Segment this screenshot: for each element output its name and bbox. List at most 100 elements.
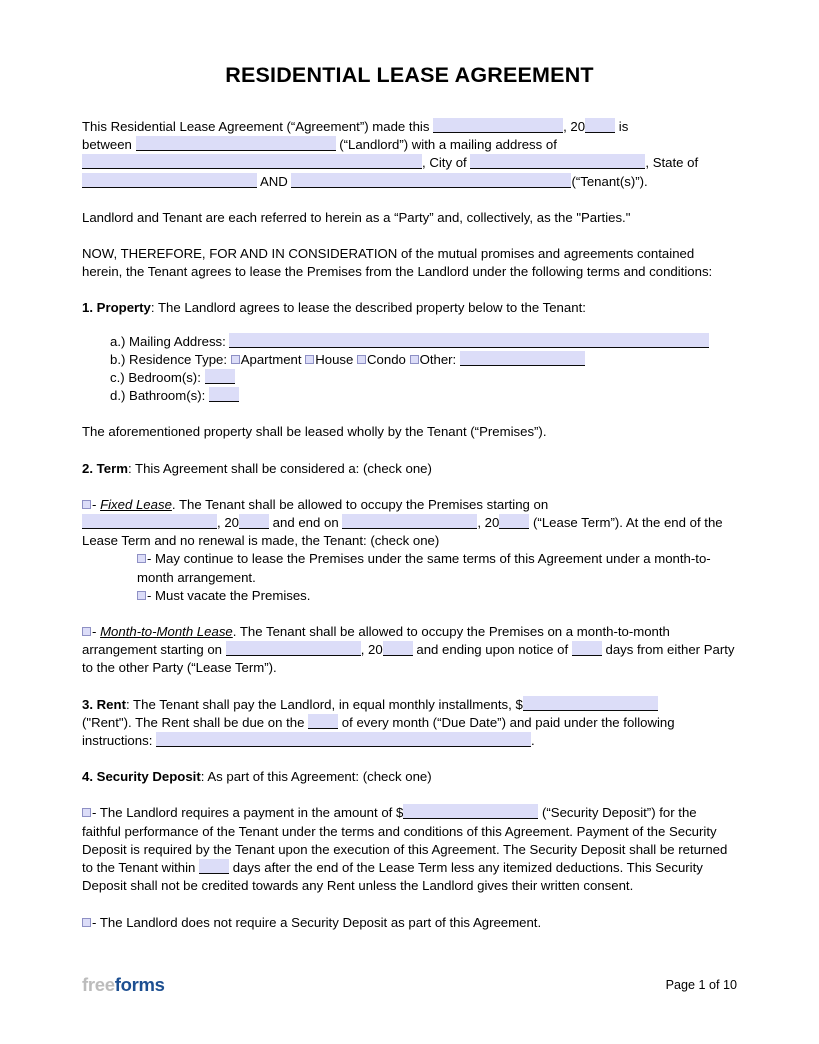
- fixed-lease-end-date-field[interactable]: [342, 514, 478, 530]
- mtm-start-date-field[interactable]: [225, 641, 361, 657]
- mailing-address-label: a.) Mailing Address:: [110, 333, 226, 349]
- fixed-lease-dash: -: [92, 496, 101, 512]
- page-title: RESIDENTIAL LEASE AGREEMENT: [225, 63, 594, 87]
- document-body: This Residential Lease Agreement (“Agree…: [82, 118, 737, 932]
- tenant-name-field[interactable]: [291, 172, 572, 188]
- consideration-paragraph: NOW, THEREFORE, FOR AND IN CONSIDERATION…: [82, 246, 713, 280]
- security-deposit-amount-field[interactable]: [403, 804, 539, 820]
- month-to-month-option: - Month-to-Month Lease. The Tenant shall…: [82, 623, 737, 678]
- landlord-state-field[interactable]: [82, 172, 257, 188]
- intro-line2-text-b: (“Landlord”) with a mailing address of: [339, 137, 557, 153]
- intro-line2-text-a: between: [82, 137, 132, 153]
- section4-heading: 4. Security Deposit: As part of this Agr…: [82, 768, 737, 786]
- sd-option2-text: - The Landlord does not require a Securi…: [92, 914, 542, 930]
- premises-note: The aforementioned property shall be lea…: [82, 424, 547, 440]
- bedrooms-field[interactable]: [204, 369, 235, 385]
- residence-type-other-field[interactable]: [459, 350, 585, 366]
- checkbox-continue-month-to-month[interactable]: [137, 554, 146, 564]
- security-deposit-option-2: - The Landlord does not require a Securi…: [82, 914, 737, 932]
- freeforms-logo: freeforms: [82, 974, 165, 996]
- fixed-lease-text-e: , 20: [477, 515, 500, 531]
- landlord-address-field[interactable]: [82, 154, 422, 170]
- section3-rent: 3. Rent: The Tenant shall pay the Landlo…: [82, 695, 737, 751]
- checkbox-fixed-lease[interactable]: [82, 499, 91, 509]
- checkbox-apartment[interactable]: [230, 354, 240, 364]
- landlord-name-field[interactable]: [135, 136, 336, 152]
- sub-option-1-text: - May continue to lease the Premises und…: [137, 551, 711, 585]
- security-deposit-return-days-field[interactable]: [199, 859, 230, 875]
- mtm-start-year-field[interactable]: [382, 641, 413, 657]
- rent-due-date-field[interactable]: [308, 713, 339, 729]
- fixed-lease-start-date-field[interactable]: [82, 514, 217, 530]
- intro-line1-text-b: , 20: [563, 119, 586, 134]
- checkbox-month-to-month-lease[interactable]: [82, 627, 91, 637]
- sd-option1-text-a: - The Landlord requires a payment in the…: [92, 805, 404, 821]
- page-footer: freeforms Page 1 of 10: [0, 974, 819, 996]
- month-to-month-label: Month-to-Month Lease: [100, 624, 233, 640]
- section1-number: 1. Property: [82, 300, 151, 316]
- mtm-text-c: , 20: [360, 642, 383, 658]
- fixed-lease-start-year-field[interactable]: [239, 514, 269, 530]
- fixed-lease-end-year-field[interactable]: [499, 514, 530, 530]
- residence-option-house: House: [315, 351, 354, 367]
- logo-text-forms: forms: [114, 974, 165, 995]
- intro-line3-text-b: , City of: [422, 155, 467, 171]
- fixed-lease-text-d: and end on: [272, 515, 339, 531]
- bathrooms-label: d.) Bathroom(s):: [110, 388, 206, 404]
- mtm-notice-days-field[interactable]: [571, 641, 602, 657]
- fixed-lease-label: Fixed Lease: [100, 496, 172, 512]
- property-item-d: d.) Bathroom(s):: [82, 387, 737, 405]
- checkbox-house[interactable]: [305, 354, 315, 364]
- property-item-c: c.) Bedroom(s):: [82, 369, 737, 387]
- logo-text-free: free: [82, 974, 115, 995]
- section3-text-b: ("Rent"). The Rent shall be due on the: [82, 714, 305, 730]
- page-number: Page 1 of 10: [665, 978, 737, 992]
- section4-number: 4. Security Deposit: [82, 769, 201, 785]
- section1-heading: 1. Property: The Landlord agrees to leas…: [82, 299, 737, 317]
- property-mailing-address-field[interactable]: [229, 332, 710, 348]
- intro-line4-text-b: AND: [259, 173, 288, 189]
- fixed-lease-sub-option-2: - Must vacate the Premises.: [82, 587, 737, 605]
- intro-line4-text-c: (“Tenant(s)”).: [571, 173, 648, 189]
- fixed-lease-option: - Fixed Lease. The Tenant shall be allow…: [82, 496, 737, 551]
- document-page: RESIDENTIAL LEASE AGREEMENT This Residen…: [0, 0, 819, 1044]
- fixed-lease-text-c: , 20: [217, 515, 239, 531]
- bedrooms-label: c.) Bedroom(s):: [110, 370, 201, 386]
- section2-heading-text: : This Agreement shall be considered a: …: [127, 460, 432, 476]
- mtm-text-d: and ending upon notice of: [416, 642, 569, 658]
- intro-line1-text-c: is: [618, 119, 629, 134]
- section3-text-d: .: [531, 733, 535, 749]
- property-item-b: b.) Residence Type: Apartment House Cond…: [82, 350, 737, 369]
- sub-option-2-text: - Must vacate the Premises.: [147, 587, 311, 603]
- intro-line1-text-a: This Residential Lease Agreement (“Agree…: [82, 119, 430, 134]
- residence-option-apartment: Apartment: [240, 351, 302, 367]
- fixed-lease-text-b: . The Tenant shall be allowed to occupy …: [171, 496, 549, 512]
- section2-number: 2. Term: [82, 460, 128, 476]
- checkbox-must-vacate[interactable]: [137, 590, 146, 600]
- residence-option-condo: Condo: [367, 351, 406, 367]
- landlord-city-field[interactable]: [470, 154, 646, 170]
- bathrooms-field[interactable]: [208, 387, 239, 403]
- section4-heading-text: : As part of this Agreement: (check one): [200, 769, 432, 785]
- checkbox-no-security-deposit[interactable]: [82, 917, 91, 927]
- section3-number: 3. Rent: [82, 696, 126, 712]
- fixed-lease-sub-option-1: - May continue to lease the Premises und…: [82, 550, 737, 586]
- section2-heading: 2. Term: This Agreement shall be conside…: [82, 460, 737, 478]
- property-item-a: a.) Mailing Address:: [82, 332, 737, 351]
- section1-heading-text: : The Landlord agrees to lease the descr…: [150, 300, 586, 316]
- parties-paragraph: Landlord and Tenant are each referred to…: [82, 209, 631, 225]
- residence-option-other: Other:: [419, 351, 457, 367]
- agreement-date-day-field[interactable]: [433, 118, 564, 133]
- intro-line3-text-c: , State of: [645, 155, 699, 171]
- agreement-date-year-field[interactable]: [585, 118, 616, 133]
- checkbox-condo[interactable]: [357, 354, 367, 364]
- checkbox-security-deposit-required[interactable]: [82, 808, 91, 818]
- residence-type-label: b.) Residence Type:: [110, 351, 228, 367]
- rent-instructions-field[interactable]: [156, 732, 532, 748]
- intro-paragraph: This Residential Lease Agreement (“Agree…: [82, 118, 737, 191]
- security-deposit-option-1: - The Landlord requires a payment in the…: [82, 804, 737, 895]
- rent-amount-field[interactable]: [522, 695, 658, 711]
- mtm-dash: -: [92, 624, 101, 640]
- checkbox-other[interactable]: [409, 354, 419, 364]
- section3-text-a: : The Tenant shall pay the Landlord, in …: [125, 696, 523, 712]
